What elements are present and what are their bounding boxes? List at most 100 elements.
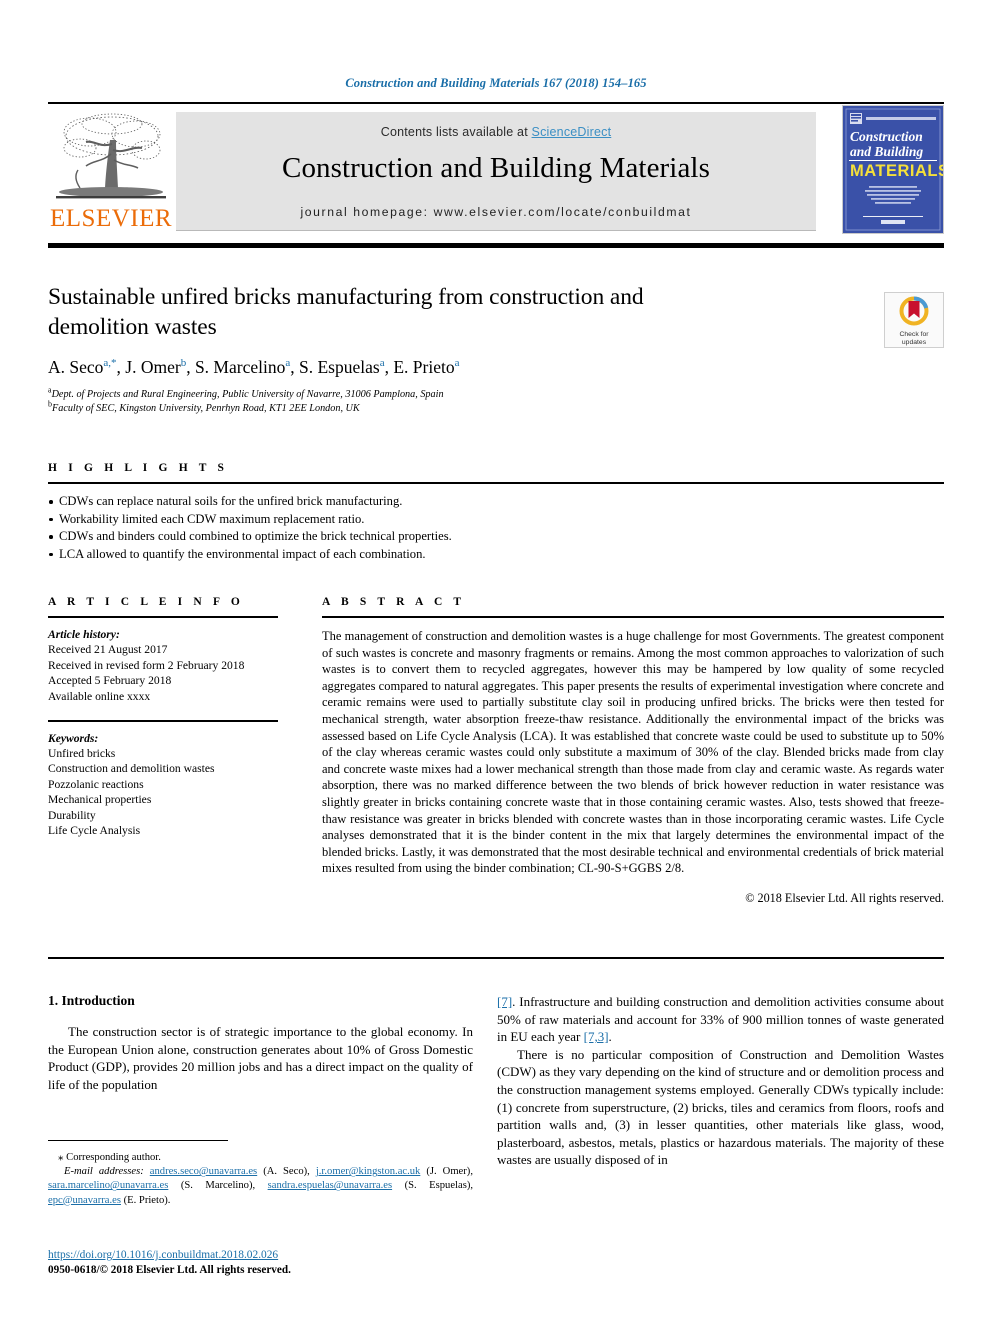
- author-entry[interactable]: S. Espuelasa: [299, 357, 385, 377]
- sciencedirect-link[interactable]: ScienceDirect: [532, 125, 612, 139]
- email-link[interactable]: sara.marcelino@unavarra.es: [48, 1180, 168, 1191]
- abstract-text: The management of construction and demol…: [322, 629, 944, 876]
- email-owner: (S. Marcelino): [180, 1180, 253, 1192]
- contents-available-line: Contents lists available at ScienceDirec…: [176, 125, 816, 139]
- article-info-heading: A R T I C L E I N F O: [48, 596, 244, 608]
- keywords-rule: [48, 720, 278, 722]
- highlights-heading: H I G H L I G H T S: [48, 462, 229, 474]
- article-history: Article history: Received 21 August 2017…: [48, 627, 278, 704]
- svg-text:and Building: and Building: [850, 144, 923, 159]
- list-item: CDWs can replace natural soils for the u…: [48, 493, 668, 511]
- author-affil-mark: a: [379, 357, 385, 370]
- abstract-heading: A B S T R A C T: [322, 596, 466, 608]
- keyword-item: Construction and demolition wastes: [48, 762, 215, 776]
- author-name: S. Marcelino: [194, 357, 286, 377]
- paragraph-text: .: [608, 1029, 612, 1045]
- journal-title: Construction and Building Materials: [282, 152, 710, 184]
- author-name: S. Espuelas: [299, 357, 380, 377]
- title-block: Sustainable unfired bricks manufacturing…: [48, 282, 944, 415]
- header-thick-rule: [48, 243, 944, 248]
- author-entry[interactable]: S. Marcelinoa: [195, 357, 290, 377]
- svg-text:Construction: Construction: [850, 129, 923, 144]
- history-item: Received in revised form 2 February 2018: [48, 658, 245, 672]
- issn-copyright-line: 0950-0618/© 2018 Elsevier Ltd. All right…: [48, 1264, 291, 1276]
- author-entry[interactable]: E. Prietoa: [393, 357, 459, 377]
- article-history-label: Article history:: [48, 628, 120, 641]
- footnote-rule: [48, 1140, 228, 1141]
- keyword-item: Durability: [48, 808, 96, 822]
- author-name: A. Seco: [48, 357, 104, 377]
- crossmark-label: Check for updates: [885, 331, 943, 347]
- keywords-label: Keywords:: [48, 731, 99, 745]
- keyword-item: Unfired bricks: [48, 746, 116, 760]
- author-entry[interactable]: J. Omerb: [125, 357, 186, 377]
- affiliation-text: Faculty of SEC, Kingston University, Pen…: [52, 402, 360, 414]
- highlights-list: CDWs can replace natural soils for the u…: [48, 493, 668, 563]
- email-addresses: E-mail addresses: andres.seco@unavarra.e…: [48, 1166, 473, 1206]
- highlights-rule: [48, 482, 944, 484]
- author-name: E. Prieto: [393, 357, 455, 377]
- keyword-item: Pozzolanic reactions: [48, 777, 144, 791]
- paragraph: There is no particular composition of Co…: [497, 1046, 944, 1168]
- crossmark-line1: Check for: [899, 331, 929, 338]
- affiliation-item: bFaculty of SEC, Kingston University, Pe…: [48, 400, 748, 416]
- body-column-left: 1. Introduction The construction sector …: [48, 993, 473, 1093]
- email-addresses-label: E-mail addresses:: [64, 1166, 144, 1178]
- footnote-block: ⁎ Corresponding author. E-mail addresses…: [48, 1150, 473, 1208]
- author-affil-mark: a,*: [103, 357, 117, 370]
- article-info-section: A R T I C L E I N F O Article history: R…: [48, 596, 278, 838]
- corresponding-author-text: Corresponding author.: [66, 1152, 161, 1163]
- doi-link[interactable]: https://doi.org/10.1016/j.conbuildmat.20…: [48, 1249, 278, 1261]
- citation-link[interactable]: [7,3]: [584, 1029, 609, 1044]
- abstract-rule: [322, 616, 944, 618]
- section-heading-introduction: 1. Introduction: [48, 993, 135, 1008]
- elsevier-logo: ELSEVIER: [50, 110, 172, 232]
- author-list: A. Secoa,*, J. Omerb, S. Marcelinoa, S. …: [48, 357, 460, 377]
- elsevier-wordmark: ELSEVIER: [50, 205, 173, 232]
- journal-cover-image: Construction and Building MATERIALS: [843, 106, 943, 233]
- email-link[interactable]: epc@unavarra.es: [48, 1195, 121, 1206]
- history-item: Accepted 5 February 2018: [48, 674, 172, 688]
- copyright-line: © 2018 Elsevier Ltd. All rights reserved…: [745, 890, 944, 905]
- email-owner: (J. Omer): [426, 1166, 471, 1178]
- email-owner: (A. Seco): [263, 1166, 308, 1178]
- body-column-right: [7]. Infrastructure and building constru…: [497, 993, 944, 1169]
- list-item: CDWs and binders could combined to optim…: [48, 528, 668, 546]
- list-item: Workability limited each CDW maximum rep…: [48, 511, 668, 529]
- article-first-page: Construction and Building Materials 167 …: [0, 0, 992, 1323]
- author-affil-mark: a: [454, 357, 460, 370]
- svg-text:MATERIALS: MATERIALS: [850, 162, 943, 180]
- author-affil-mark: a: [285, 357, 291, 370]
- abstract-bottom-rule: [48, 957, 944, 959]
- page-title: Sustainable unfired bricks manufacturing…: [48, 284, 644, 340]
- keyword-item: Mechanical properties: [48, 793, 152, 807]
- email-link[interactable]: sandra.espuelas@unavarra.es: [268, 1180, 392, 1191]
- email-owner: (S. Espuelas): [404, 1180, 471, 1192]
- journal-cover-thumbnail[interactable]: Construction and Building MATERIALS: [842, 105, 944, 234]
- author-affil-mark: b: [180, 357, 187, 370]
- elsevier-tree-icon: [56, 113, 166, 199]
- masthead-centre-box: Contents lists available at ScienceDirec…: [176, 112, 816, 231]
- affiliation-item: aDept. of Projects and Rural Engineering…: [48, 386, 748, 402]
- email-owner: (E. Prieto): [123, 1194, 168, 1206]
- highlights-section: H I G H L I G H T S CDWs can replace nat…: [48, 462, 944, 563]
- crossmark-icon: [899, 296, 929, 326]
- crossmark-badge[interactable]: Check for updates: [884, 292, 944, 348]
- corresponding-author-note: ⁎ Corresponding author.: [48, 1150, 473, 1165]
- contents-prefix: Contents lists available at: [380, 125, 532, 139]
- affiliation-text: Dept. of Projects and Rural Engineering,…: [51, 389, 444, 400]
- author-name: J. Omer: [125, 357, 181, 377]
- paragraph-text: . Infrastructure and building constructi…: [497, 994, 944, 1045]
- email-link[interactable]: j.r.omer@kingston.ac.uk: [316, 1166, 421, 1177]
- keyword-item: Life Cycle Analysis: [48, 823, 141, 837]
- citation-link[interactable]: [7]: [497, 994, 512, 1009]
- journal-masthead: ELSEVIER Contents lists available at Sci…: [48, 102, 944, 234]
- author-entry[interactable]: A. Secoa,*: [48, 357, 117, 377]
- asterisk-icon: ⁎: [58, 1151, 64, 1163]
- email-link[interactable]: andres.seco@unavarra.es: [150, 1166, 257, 1177]
- abstract-section: A B S T R A C T The management of constr…: [322, 596, 944, 906]
- journal-homepage-link[interactable]: journal homepage: www.elsevier.com/locat…: [176, 205, 816, 219]
- history-item: Available online xxxx: [48, 689, 151, 703]
- masthead-top-rule: [48, 102, 944, 104]
- doi-block: https://doi.org/10.1016/j.conbuildmat.20…: [48, 1248, 488, 1278]
